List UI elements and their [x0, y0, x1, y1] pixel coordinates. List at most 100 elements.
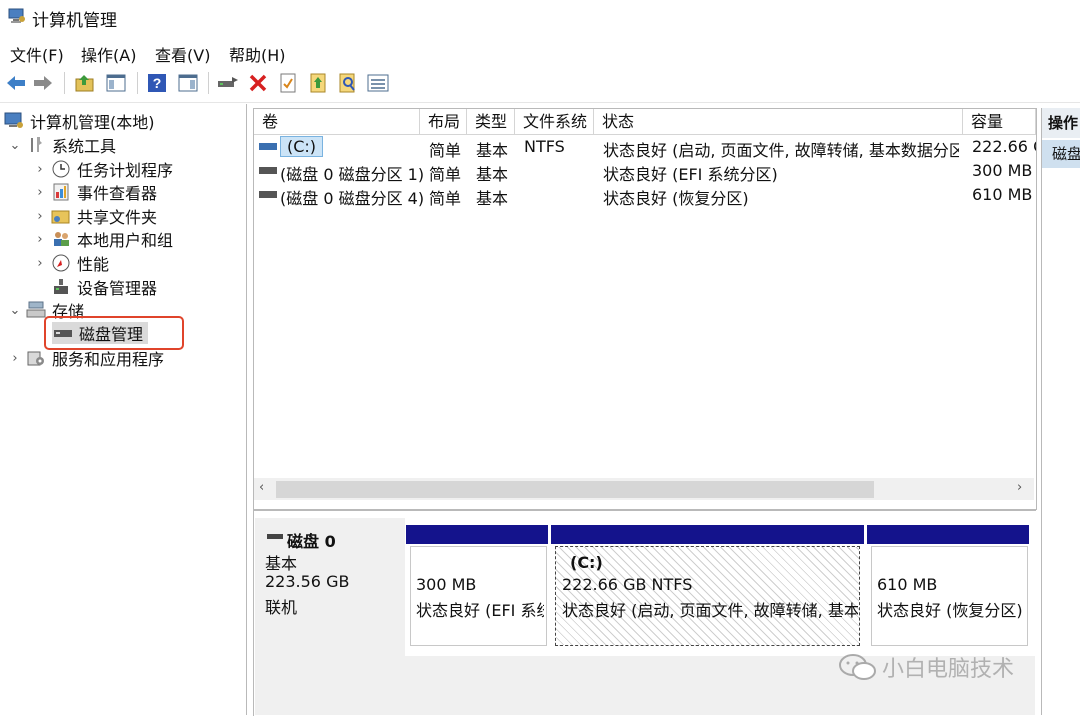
- partition-status: 状态良好 (恢复分区): [877, 601, 1023, 620]
- partition-efi[interactable]: 300 MB 状态良好 (EFI 系统: [410, 546, 547, 646]
- column-header-status[interactable]: 状态: [594, 109, 963, 135]
- column-header-type[interactable]: 类型: [467, 109, 515, 135]
- chevron-right-icon[interactable]: ›: [33, 209, 47, 224]
- scroll-left-icon[interactable]: ‹: [259, 480, 264, 495]
- type-cell: 基本: [476, 165, 509, 184]
- forward-icon[interactable]: [31, 71, 55, 95]
- menu-file[interactable]: 文件(F): [10, 42, 64, 66]
- status-cell: 状态良好 (EFI 系统分区): [603, 165, 778, 184]
- list-view-icon[interactable]: [366, 71, 390, 95]
- column-header-filesystem[interactable]: 文件系统: [515, 109, 594, 135]
- layout-cell: 简单: [429, 189, 462, 208]
- partition-header: [406, 525, 548, 544]
- volume-list: 卷 布局 类型 文件系统 状态 容量 (C:) 简单 基本 NTFS 状态良好 …: [253, 108, 1037, 510]
- chevron-right-icon[interactable]: ›: [33, 162, 47, 177]
- title-bar: 计算机管理: [0, 0, 1080, 36]
- annotation-highlight-box: [44, 316, 184, 350]
- search-icon[interactable]: [336, 71, 360, 95]
- partition-size: 610 MB: [877, 575, 938, 594]
- tree-item-label: 系统工具: [52, 137, 117, 156]
- table-row[interactable]: (磁盘 0 磁盘分区 4) 简单 基本 状态良好 (恢复分区) 610 MB: [254, 183, 1036, 208]
- tree-item-event-viewer[interactable]: › 事件查看器: [33, 181, 157, 203]
- tree-item-services[interactable]: › 服务和应用程序: [8, 347, 164, 369]
- actions-header: 操作: [1042, 108, 1080, 138]
- performance-icon: [51, 254, 71, 272]
- tree-item-shared-folders[interactable]: › 共享文件夹: [33, 205, 157, 227]
- users-icon: [51, 230, 71, 248]
- tree-item-root[interactable]: 计算机管理(本地): [4, 110, 155, 132]
- type-cell: 基本: [476, 141, 509, 160]
- toolbar: ?: [0, 66, 1080, 103]
- help-icon[interactable]: ?: [145, 71, 169, 95]
- watermark-text: 小白电脑技术: [882, 657, 1015, 682]
- volume-name: (C:): [280, 136, 324, 157]
- volume-name: (磁盘 0 磁盘分区 4): [280, 189, 425, 208]
- type-cell: 基本: [476, 189, 509, 208]
- volume-icon: [259, 167, 277, 174]
- computer-management-icon: [8, 8, 25, 23]
- disk-info-panel[interactable]: 磁盘 0 基本 223.56 GB 联机: [255, 518, 406, 656]
- disk-state: 联机: [265, 598, 298, 617]
- connect-drive-icon[interactable]: [216, 71, 240, 95]
- watermark: 小白电脑技术: [838, 652, 1014, 682]
- clock-icon: [51, 160, 71, 178]
- column-header-volume[interactable]: 卷: [254, 109, 420, 135]
- computer-management-icon: [4, 112, 24, 130]
- chevron-right-icon[interactable]: ›: [33, 256, 47, 271]
- tree-item-local-users[interactable]: › 本地用户和组: [33, 228, 173, 250]
- tree-item-label: 共享文件夹: [77, 208, 158, 227]
- actions-item-disk[interactable]: 磁盘: [1042, 140, 1080, 168]
- layout-cell: 简单: [429, 165, 462, 184]
- properties-icon[interactable]: [276, 71, 300, 95]
- export-list-icon[interactable]: [306, 71, 330, 95]
- layout-cell: 简单: [429, 141, 462, 160]
- capacity-cell: 300 MB: [972, 161, 1033, 180]
- back-icon[interactable]: [4, 71, 28, 95]
- up-folder-icon[interactable]: [73, 71, 97, 95]
- menu-action[interactable]: 操作(A): [81, 42, 136, 66]
- scrollbar-thumb[interactable]: [276, 481, 874, 498]
- show-hide-action-pane-icon[interactable]: [176, 71, 200, 95]
- tree-item-system-tools[interactable]: ⌄ 系统工具: [8, 134, 116, 156]
- column-header-capacity[interactable]: 容量: [963, 109, 1036, 135]
- tree-item-label: 任务计划程序: [77, 161, 174, 180]
- toolbar-separator: [208, 72, 209, 94]
- chevron-down-icon[interactable]: ⌄: [8, 138, 22, 153]
- chevron-down-icon[interactable]: ⌄: [8, 303, 22, 318]
- show-hide-tree-icon[interactable]: [104, 71, 128, 95]
- chevron-right-icon[interactable]: ›: [33, 232, 47, 247]
- tree-item-label: 设备管理器: [77, 279, 158, 298]
- menu-view[interactable]: 查看(V): [155, 42, 210, 66]
- partition-status: 状态良好 (EFI 系统: [416, 601, 544, 620]
- partition-size: 300 MB: [416, 575, 477, 594]
- disk-name: 磁盘 0: [287, 532, 336, 551]
- partition-recovery[interactable]: 610 MB 状态良好 (恢复分区): [871, 546, 1028, 646]
- actions-pane: [1041, 108, 1080, 715]
- partition-header: [551, 525, 864, 544]
- scroll-right-icon[interactable]: ›: [1017, 480, 1022, 495]
- table-row[interactable]: (磁盘 0 磁盘分区 1) 简单 基本 状态良好 (EFI 系统分区) 300 …: [254, 159, 1036, 184]
- services-icon: [26, 349, 46, 367]
- volume-name: (磁盘 0 磁盘分区 1): [280, 165, 425, 184]
- menu-bar: 文件(F) 操作(A) 查看(V) 帮助(H): [0, 36, 1080, 66]
- chevron-right-icon[interactable]: ›: [8, 351, 22, 366]
- toolbar-separator: [64, 72, 65, 94]
- chevron-right-icon[interactable]: ›: [33, 185, 47, 200]
- device-manager-icon: [51, 278, 71, 296]
- partition-c[interactable]: (C:) 222.66 GB NTFS 状态良好 (启动, 页面文件, 故障转储…: [555, 546, 860, 646]
- shared-folder-icon: [51, 207, 71, 225]
- menu-help[interactable]: 帮助(H): [229, 42, 286, 66]
- delete-icon[interactable]: [246, 71, 270, 95]
- tree-item-performance[interactable]: › 性能: [33, 252, 109, 274]
- tree-item-device-manager[interactable]: 设备管理器: [47, 276, 157, 298]
- tree-item-label: 计算机管理(本地): [30, 113, 155, 132]
- partition-title: (C:): [570, 553, 603, 572]
- status-cell: 状态良好 (恢复分区): [603, 189, 749, 208]
- tree-item-label: 性能: [77, 255, 110, 274]
- svg-text:?: ?: [153, 75, 162, 91]
- event-viewer-icon: [51, 183, 71, 201]
- capacity-cell: 222.66 G: [972, 137, 1036, 156]
- column-header-layout[interactable]: 布局: [420, 109, 467, 135]
- tree-item-task-scheduler[interactable]: › 任务计划程序: [33, 158, 173, 180]
- table-row[interactable]: (C:) 简单 基本 NTFS 状态良好 (启动, 页面文件, 故障转储, 基本…: [254, 135, 1036, 160]
